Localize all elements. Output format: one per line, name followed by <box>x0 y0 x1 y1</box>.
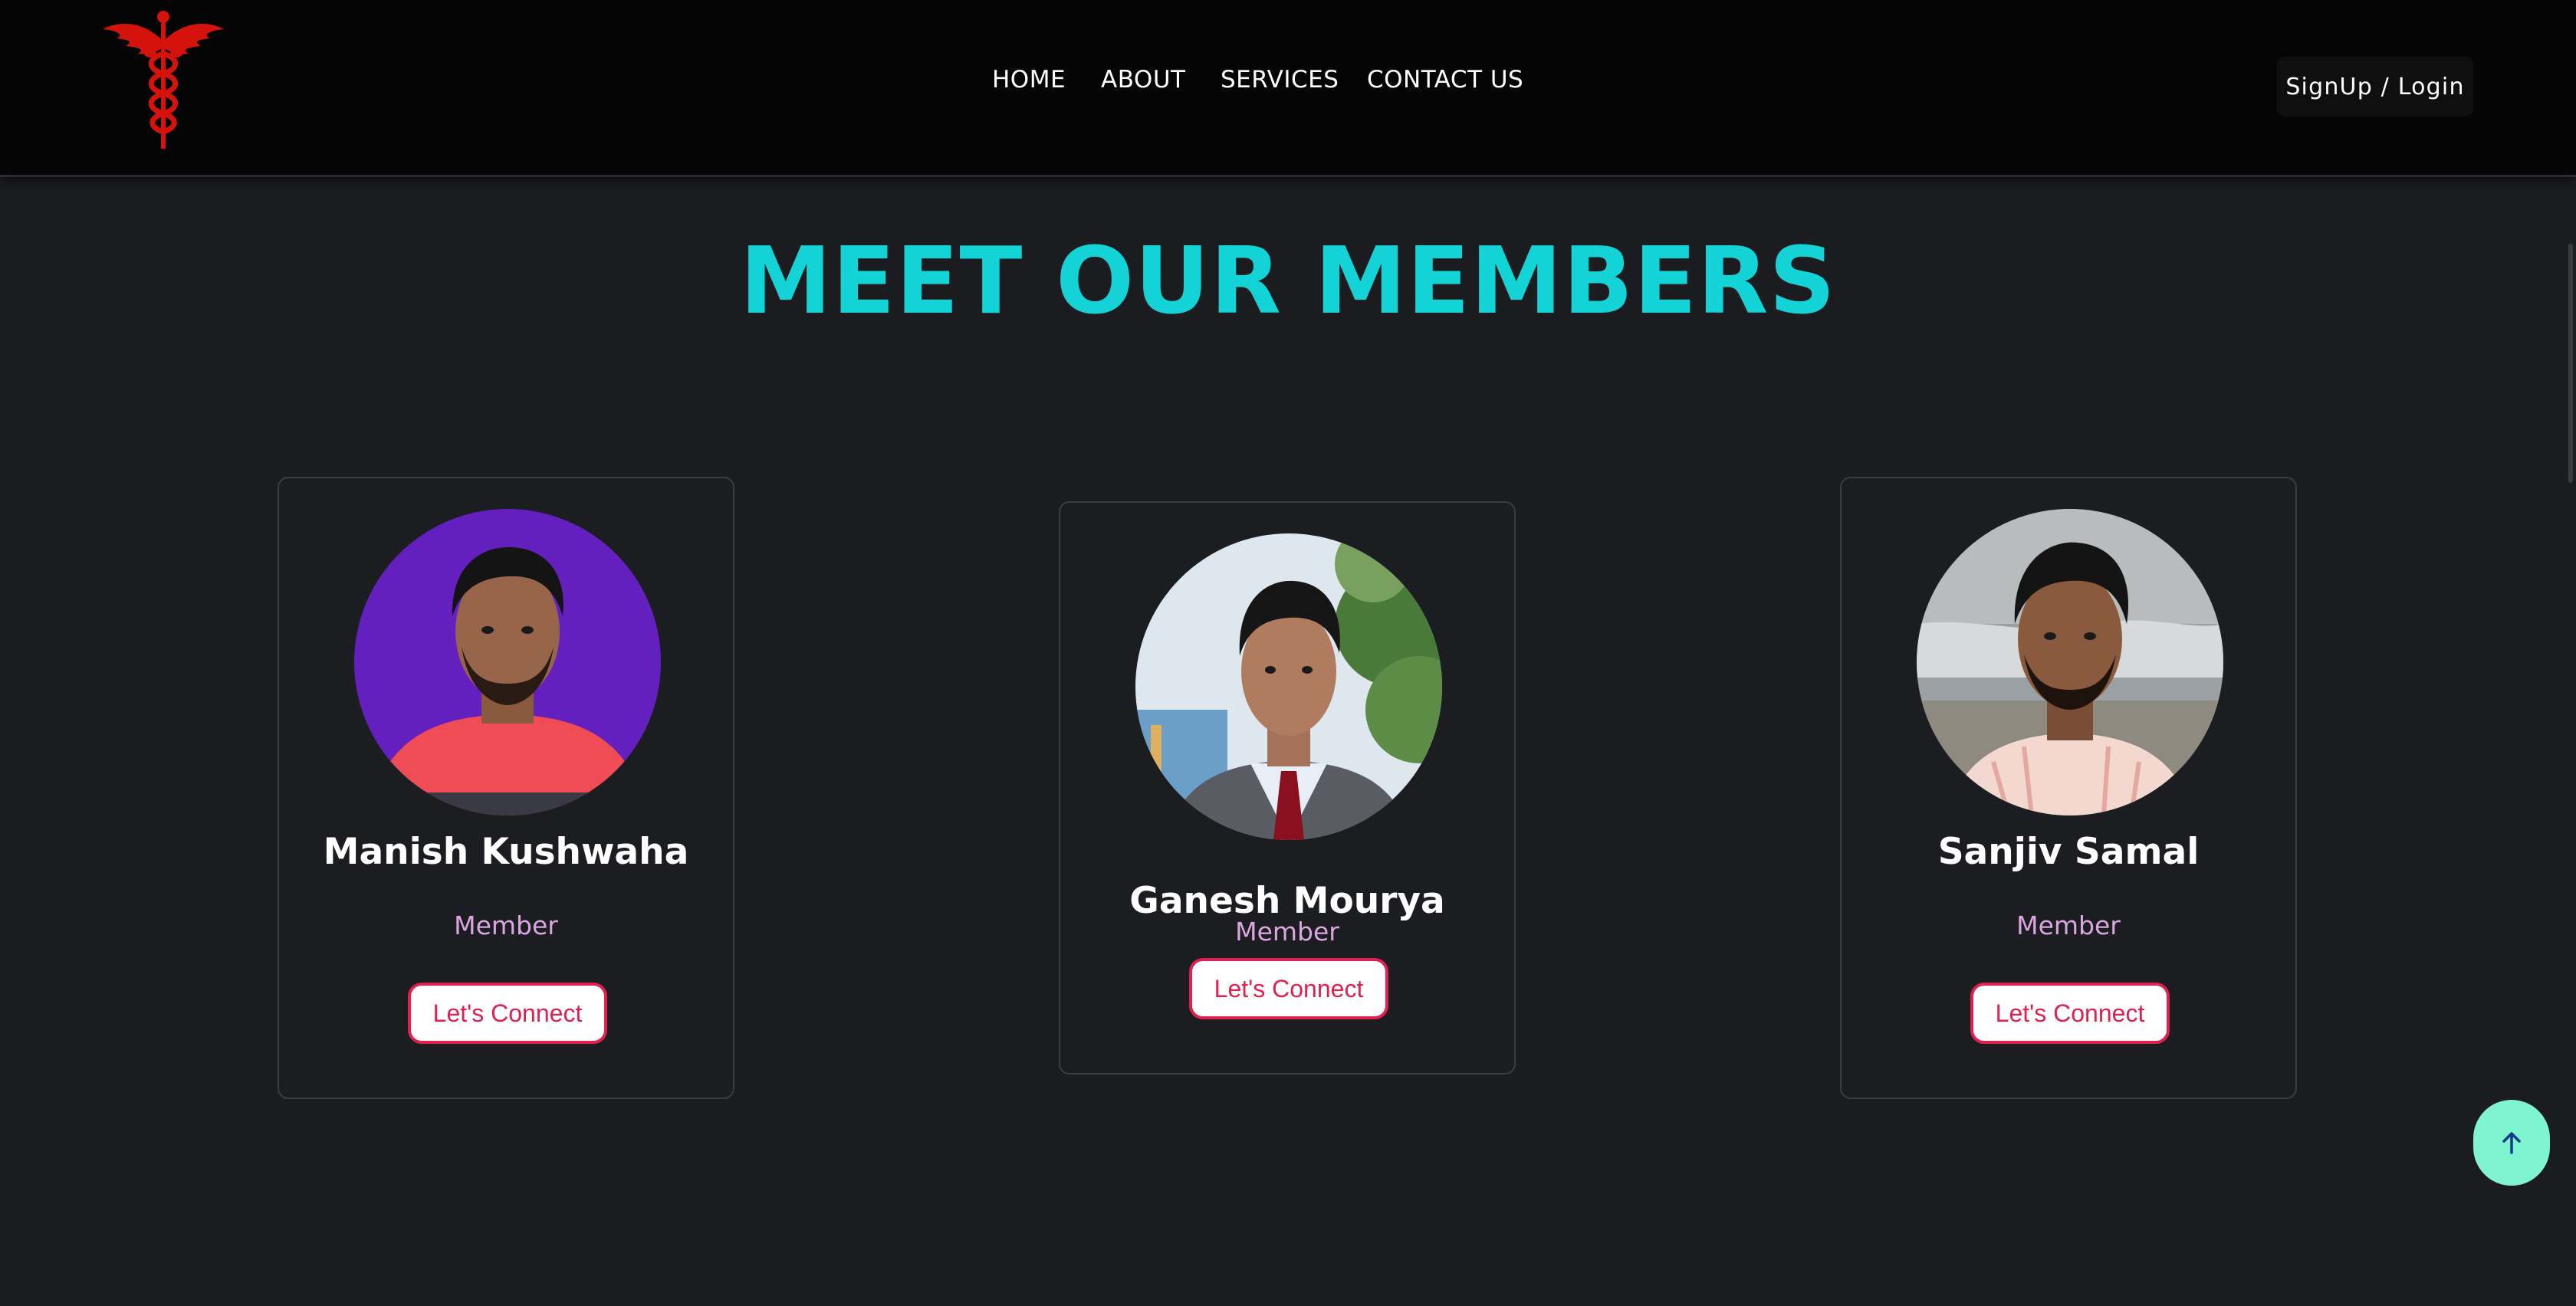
member-role: Member <box>1235 917 1339 947</box>
scroll-to-top-button[interactable] <box>2473 1100 2550 1186</box>
main-nav: HOME ABOUT SERVICES CONTACT US <box>0 66 2576 103</box>
member-avatar <box>1917 509 2223 815</box>
signup-login-button[interactable]: SignUp / Login <box>2277 57 2473 116</box>
member-card: Manish Kushwaha Member Let's Connect <box>278 477 734 1099</box>
member-role: Member <box>454 911 558 940</box>
nav-services-link[interactable]: SERVICES <box>1221 66 1339 94</box>
member-avatar <box>1135 533 1442 840</box>
member-role: Member <box>2016 911 2121 940</box>
member-name: Ganesh Mourya <box>1129 880 1445 922</box>
nav-home-link[interactable]: HOME <box>992 66 1066 94</box>
member-name: Sanjiv Samal <box>1937 831 2200 873</box>
arrow-up-icon <box>2502 1132 2521 1154</box>
member-name: Manish Kushwaha <box>323 831 689 873</box>
member-card: Sanjiv Samal Member Let's Connect <box>1840 477 2297 1099</box>
page-title: MEET OUR MEMBERS <box>740 228 1836 335</box>
lets-connect-button[interactable]: Let's Connect <box>408 983 607 1044</box>
nav-about-link[interactable]: ABOUT <box>1101 66 1185 94</box>
nav-contact-link[interactable]: CONTACT US <box>1367 66 1523 94</box>
lets-connect-button[interactable]: Let's Connect <box>1189 958 1388 1019</box>
member-card: Ganesh Mourya Member Let's Connect <box>1059 501 1516 1075</box>
member-avatar <box>354 509 661 815</box>
lets-connect-button[interactable]: Let's Connect <box>1970 983 2170 1044</box>
navbar: HOME ABOUT SERVICES CONTACT US SignUp / … <box>0 0 2576 177</box>
